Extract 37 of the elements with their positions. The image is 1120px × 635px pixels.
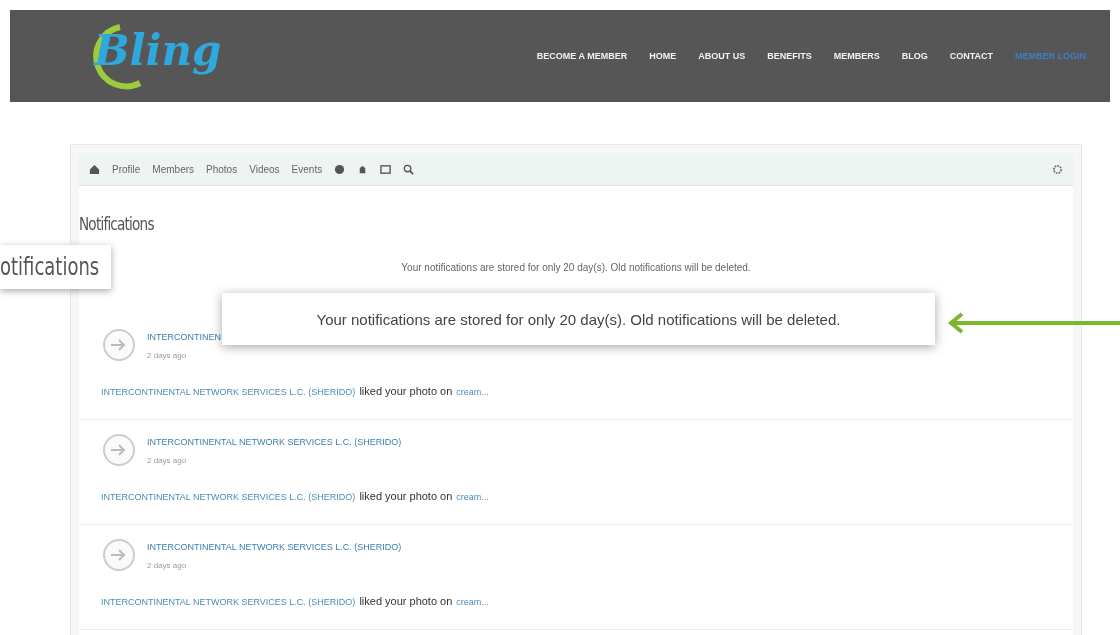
activity-text: liked your photo on: [359, 595, 453, 607]
time-ago: 2 days ago: [147, 351, 188, 360]
actor-link[interactable]: INTERCONTINENTAL NETWORK SERVICES L.C. (SHERIDO): [101, 492, 356, 502]
nav-link[interactable]: HOME: [649, 51, 677, 61]
zoomed-info-callout: Your notifications are stored for only 20 day(s). Old notifications will be deleted.: [222, 293, 935, 345]
avatar-icon: [101, 432, 137, 468]
toolbar-tab[interactable]: Videos: [249, 163, 280, 175]
activity-text: liked your photo on: [359, 490, 453, 502]
toolbar-tab[interactable]: Members: [152, 163, 195, 175]
nav-link[interactable]: BECOME A MEMBER: [536, 51, 628, 61]
toolbar-tab[interactable]: Events: [291, 163, 323, 175]
avatar-icon: [101, 537, 137, 573]
nav-link[interactable]: ABOUT US: [698, 51, 746, 61]
actor-link[interactable]: INTERCONTINENTAL NETWORK SERVICES L.C. (SHERIDO): [101, 387, 356, 397]
zoomed-heading-callout: otifications: [0, 245, 112, 289]
nav-link[interactable]: BLOG: [901, 51, 928, 61]
member-name-link[interactable]: INTERCONTINEN: [147, 332, 221, 342]
toolbar-tab[interactable]: Photos: [206, 163, 238, 175]
toolbar-tab[interactable]: Profile: [112, 163, 141, 175]
nav-link[interactable]: CONTACT: [949, 51, 993, 61]
nav-link[interactable]: BENEFITS: [767, 51, 812, 61]
home-icon[interactable]: [89, 163, 100, 175]
actor-link[interactable]: INTERCONTINENTAL NETWORK SERVICES L.C. (SHERIDO): [101, 597, 356, 607]
envelope-icon[interactable]: [380, 163, 392, 175]
search-icon[interactable]: [403, 163, 415, 175]
activity-text: liked your photo on: [359, 385, 453, 397]
avatar-icon: [101, 327, 137, 363]
photo-link[interactable]: cream...: [456, 387, 489, 397]
member-name-link[interactable]: INTERCONTINENTAL NETWORK SERVICES L.C. (SHERIDO): [147, 437, 402, 447]
settings-icon[interactable]: [1052, 163, 1063, 175]
time-ago: 2 days ago: [147, 456, 188, 465]
member-name-link[interactable]: INTERCONTINENTAL NETWORK SERVICES L.C. (SHERIDO): [147, 542, 402, 552]
page-heading: Notifications: [79, 214, 154, 234]
photo-link[interactable]: cream...: [456, 492, 489, 502]
nav-link[interactable]: MEMBERS: [833, 51, 880, 61]
photo-link[interactable]: cream...: [456, 597, 489, 607]
time-ago: 2 days ago: [147, 561, 188, 570]
